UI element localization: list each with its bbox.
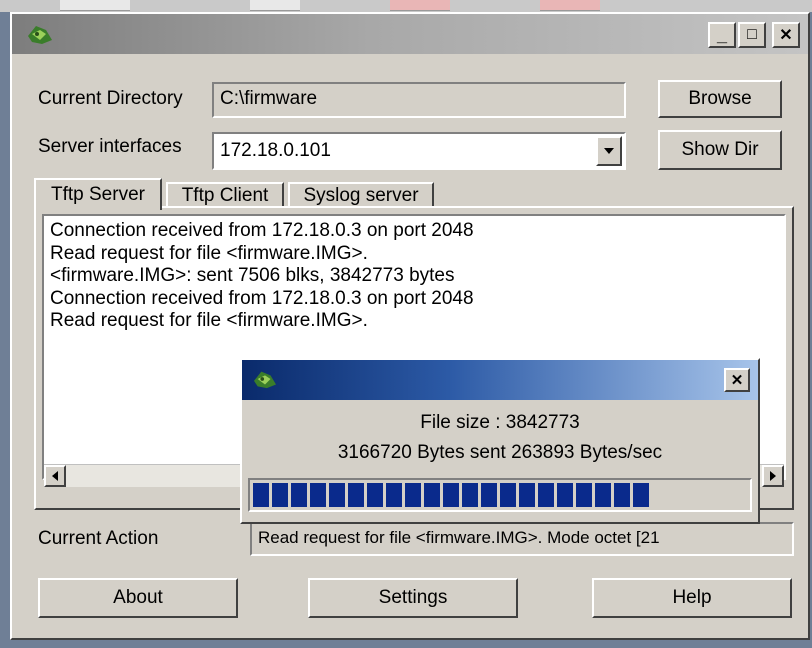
progress-block <box>614 483 630 507</box>
progress-block <box>576 483 592 507</box>
transfer-progress-dialog: ✕ File size : 3842773 3166720 Bytes sent… <box>240 358 760 524</box>
log-entry: Read request for file <firmware.IMG>. <box>50 310 368 331</box>
server-interfaces-value: 172.18.0.101 <box>220 140 331 161</box>
server-interfaces-label: Server interfaces <box>38 136 182 157</box>
close-icon[interactable]: ✕ <box>724 368 750 392</box>
background-element <box>540 0 600 11</box>
progress-block <box>424 483 440 507</box>
progress-block <box>367 483 383 507</box>
close-button[interactable]: ✕ <box>772 22 800 48</box>
settings-button[interactable]: Settings <box>308 578 518 618</box>
progress-block <box>538 483 554 507</box>
help-button[interactable]: Help <box>592 578 792 618</box>
tftpd-app-icon <box>254 371 276 389</box>
arrow-left-icon[interactable] <box>44 465 66 487</box>
progress-bar <box>248 478 752 512</box>
tab-syslog-server[interactable]: Syslog server <box>288 182 434 208</box>
current-action-label: Current Action <box>38 528 159 549</box>
browse-button[interactable]: Browse <box>658 80 782 118</box>
progress-block <box>557 483 573 507</box>
progress-block <box>348 483 364 507</box>
progress-block <box>462 483 478 507</box>
background-app-strip <box>0 0 812 12</box>
tab-tftp-client[interactable]: Tftp Client <box>166 182 284 208</box>
progress-block <box>500 483 516 507</box>
log-entry: Connection received from 172.18.0.3 on p… <box>50 220 474 241</box>
progress-block <box>633 483 649 507</box>
background-element <box>60 0 130 11</box>
title-bar[interactable]: _ □ ✕ <box>12 14 808 54</box>
about-button[interactable]: About <box>38 578 238 618</box>
log-entry: Read request for file <firmware.IMG>. <box>50 242 368 264</box>
current-action-field: Read request for file <firmware.IMG>. Mo… <box>250 522 794 556</box>
progress-block <box>272 483 288 507</box>
maximize-button[interactable]: □ <box>738 22 766 48</box>
show-dir-button[interactable]: Show Dir <box>658 130 782 170</box>
progress-block <box>595 483 611 507</box>
progress-bar-fill <box>253 483 747 507</box>
minimize-button[interactable]: _ <box>708 22 736 48</box>
chevron-down-icon[interactable] <box>596 136 622 166</box>
tftpd-main-window: _ □ ✕ Current Directory C:\firmware Brow… <box>10 12 810 640</box>
progress-block <box>405 483 421 507</box>
current-directory-label: Current Directory <box>38 88 183 109</box>
arrow-right-icon[interactable] <box>762 465 784 487</box>
background-element <box>390 0 450 11</box>
bytes-sent-text: 3166720 Bytes sent 263893 Bytes/sec <box>337 442 663 463</box>
log-entry: Connection received from 172.18.0.3 on p… <box>50 287 474 309</box>
progress-block <box>253 483 269 507</box>
dialog-title-bar[interactable]: ✕ <box>242 360 758 400</box>
progress-block <box>310 483 326 507</box>
progress-block <box>291 483 307 507</box>
tab-tftp-server[interactable]: Tftp Server <box>34 178 162 210</box>
log-entry: <firmware.IMG>: sent 7506 blks, 3842773 … <box>50 265 455 286</box>
file-size-text: File size : 3842773 <box>420 412 580 433</box>
background-element <box>250 0 300 11</box>
tftpd-app-icon <box>28 26 52 44</box>
progress-block <box>386 483 402 507</box>
progress-block <box>443 483 459 507</box>
server-interfaces-select[interactable]: 172.18.0.101 <box>212 132 626 170</box>
progress-block <box>519 483 535 507</box>
progress-block <box>329 483 345 507</box>
current-directory-field[interactable]: C:\firmware <box>212 82 626 118</box>
progress-block <box>481 483 497 507</box>
